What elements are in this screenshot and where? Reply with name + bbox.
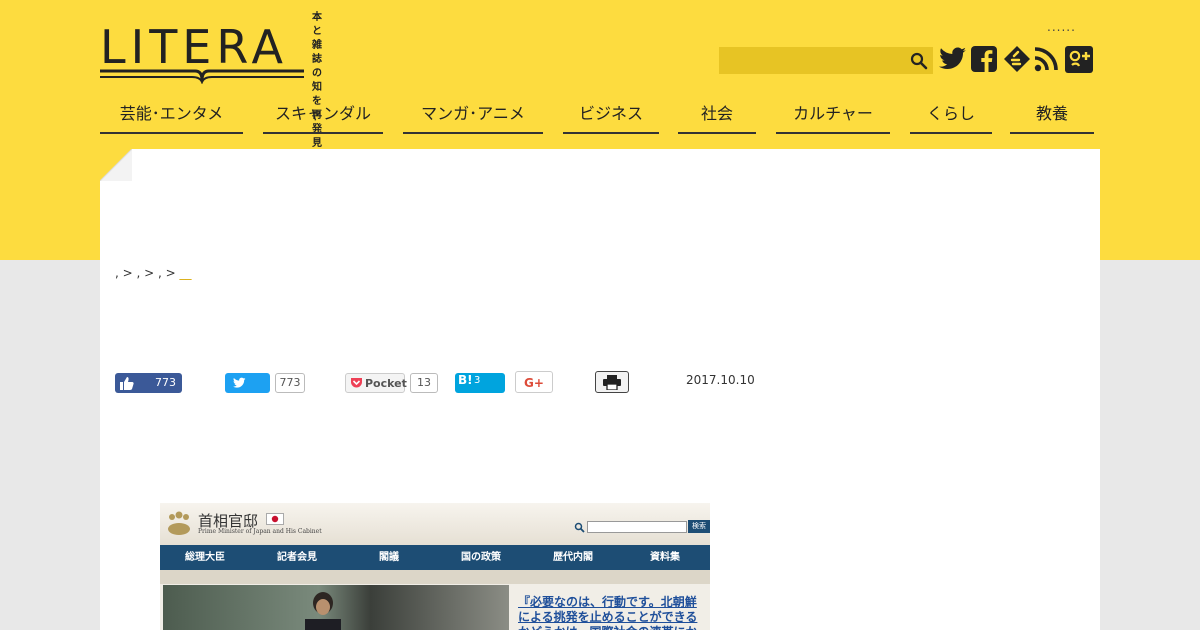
nav-item-education[interactable]: 教養 [1010, 100, 1094, 134]
kantei-subbar [160, 570, 710, 584]
kantei-nav-item: 資料集 [650, 552, 680, 563]
twitter-icon[interactable] [938, 44, 968, 74]
google-plus-share-icon: G+ [524, 376, 544, 390]
search-icon[interactable] [909, 51, 929, 71]
paulownia-crest-icon [168, 511, 190, 535]
nav-item-scandal[interactable]: スキャンダル [263, 100, 383, 134]
search-input[interactable] [719, 47, 905, 74]
kantei-photo [163, 585, 509, 630]
google-plus-icon[interactable] [1064, 44, 1094, 74]
nav-item-manga-anime[interactable]: マンガ･アニメ [403, 100, 543, 134]
like-count: 773 [155, 376, 176, 389]
kantei-subtitle: Prime Minister of Japan and His Cabinet [198, 528, 322, 535]
hatena-icon: B! [458, 373, 473, 387]
twitter-bird-icon [232, 377, 246, 388]
kantei-nav-item: 記者会見 [277, 552, 317, 563]
open-book-icon [100, 69, 304, 84]
pocket-button[interactable]: Pocket [345, 373, 407, 393]
nav-item-society[interactable]: 社会 [678, 100, 756, 134]
feedly-icon[interactable] [1002, 44, 1032, 74]
kantei-nav-item: 歴代内閣 [553, 552, 593, 563]
google-plus-share-button[interactable]: G+ [515, 371, 553, 393]
rss-icon[interactable] [1033, 44, 1061, 74]
hatena-count: 3 [474, 375, 481, 386]
tweet-count: 773 [275, 373, 305, 393]
kantei-nav-item: 総理大臣 [185, 552, 225, 563]
kantei-search-button: 検索 [688, 520, 710, 533]
breadcrumb: , > , > , > __ [115, 266, 192, 280]
article-image-kantei-screenshot: 首相官邸 Prime Minister of Japan and His Cab… [160, 503, 710, 630]
printer-icon [603, 375, 621, 390]
japan-flag-icon [266, 513, 284, 525]
kantei-nav-item: 国の政策 [461, 552, 501, 563]
search-box [719, 47, 933, 74]
nav-item-entertainment[interactable]: 芸能･エンタメ [100, 100, 243, 134]
hatena-bookmark-button[interactable]: B! 3 [455, 373, 505, 393]
pocket-count: 13 [410, 373, 438, 393]
pocket-icon [351, 378, 362, 388]
kantei-nav-item: 閣議 [379, 552, 399, 563]
utility-links[interactable]: ...... [1047, 20, 1076, 34]
kantei-search-icon [574, 522, 585, 533]
article-date: 2017.10.10 [686, 373, 755, 387]
page-fold-corner [100, 149, 132, 181]
nav-item-lifestyle[interactable]: くらし [910, 100, 992, 134]
thumbs-up-icon [120, 377, 134, 390]
breadcrumb-current: __ [179, 266, 192, 280]
kantei-quote: 『必要なのは、行動です。北朝鮮による挑発を止めることができるかどうかは、国際社会… [518, 595, 698, 630]
print-button[interactable] [595, 371, 629, 393]
facebook-icon[interactable] [970, 44, 998, 74]
nav-item-business[interactable]: ビジネス [563, 100, 659, 134]
kantei-search-input [587, 521, 687, 533]
tweet-button[interactable] [225, 373, 270, 393]
facebook-like-button[interactable]: 773 [115, 373, 182, 393]
logo-text: LITERA [100, 20, 288, 74]
nav-item-culture[interactable]: カルチャー [776, 100, 890, 134]
speaker-silhouette [305, 592, 341, 630]
